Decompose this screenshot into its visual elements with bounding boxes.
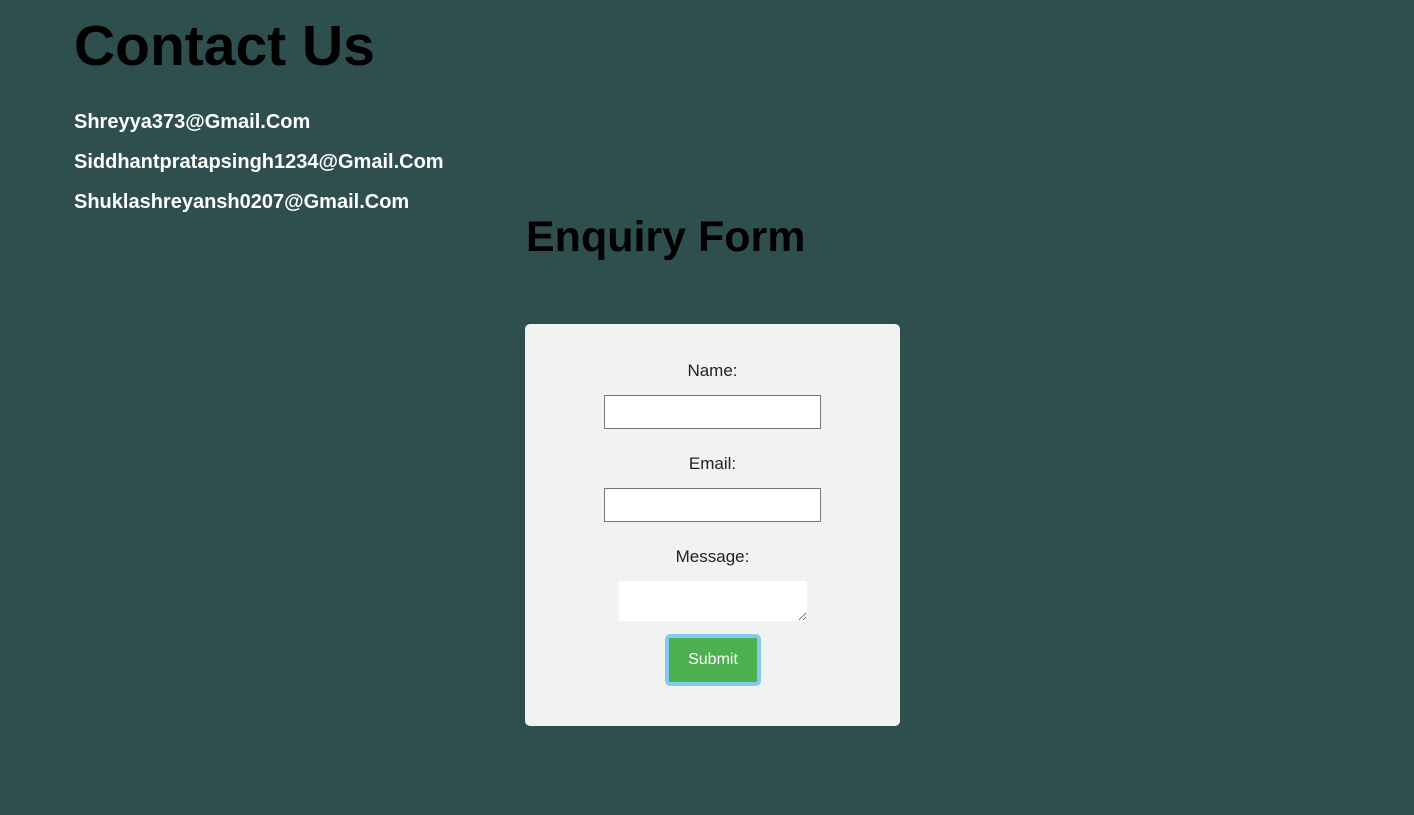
email-label: Email: <box>688 454 737 473</box>
message-textarea[interactable] <box>619 581 807 621</box>
page-title: Contact Us <box>74 14 375 78</box>
name-label: Name: <box>687 361 738 380</box>
email-item: Siddhantpratapsingh1234@Gmail.Com <box>74 151 444 173</box>
enquiry-form: Name: Email: Message: Submit <box>525 324 900 726</box>
email-item: Shuklashreyansh0207@Gmail.Com <box>74 191 410 213</box>
submit-button[interactable]: Submit <box>665 634 761 686</box>
enquiry-form-title: Enquiry Form <box>526 213 806 261</box>
email-input[interactable] <box>604 488 821 522</box>
message-label: Message: <box>675 547 750 566</box>
name-input[interactable] <box>604 395 821 429</box>
email-list: Shreyya373@Gmail.Com Siddhantpratapsingh… <box>74 110 444 230</box>
contact-page: Contact Us Shreyya373@Gmail.Com Siddhant… <box>0 0 1414 815</box>
email-item: Shreyya373@Gmail.Com <box>74 111 311 133</box>
